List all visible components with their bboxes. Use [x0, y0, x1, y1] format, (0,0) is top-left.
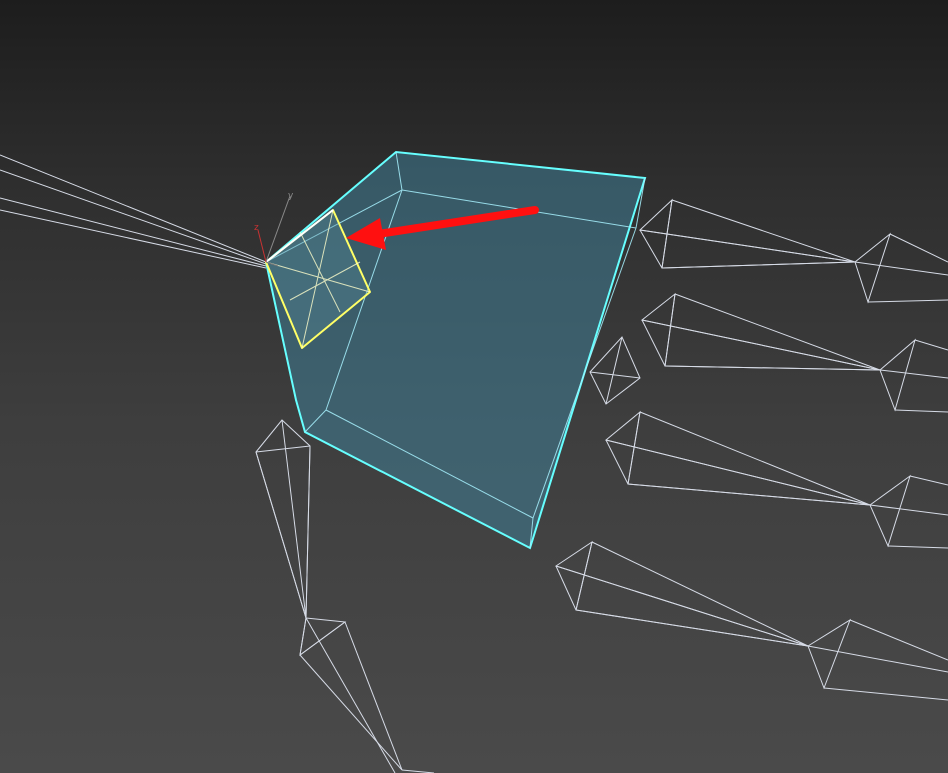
- gizmo-y-label: y: [288, 191, 294, 201]
- gizmo-z-label: z: [254, 223, 259, 233]
- thumb-bone-1[interactable]: [255, 419, 311, 619]
- upper-arm-bone[interactable]: [0, 154, 267, 269]
- viewport-perspective[interactable]: y z: [0, 0, 948, 773]
- finger-bone-index-2[interactable]: [854, 232, 948, 304]
- finger-bone-joint[interactable]: [589, 336, 641, 405]
- finger-bone-index-1[interactable]: [638, 198, 856, 269]
- finger-bone-middle-1[interactable]: [640, 292, 881, 371]
- scene-canvas[interactable]: y z: [0, 0, 948, 773]
- selected-palm-box[interactable]: [265, 150, 647, 550]
- finger-bone-ring-1[interactable]: [604, 410, 871, 506]
- finger-bone-pinky-1[interactable]: [554, 540, 809, 647]
- finger-bone-ring-2[interactable]: [869, 474, 948, 549]
- finger-bone-middle-2[interactable]: [879, 338, 948, 413]
- thumb-bone-2[interactable]: [299, 617, 435, 773]
- finger-bone-pinky-2[interactable]: [807, 618, 948, 701]
